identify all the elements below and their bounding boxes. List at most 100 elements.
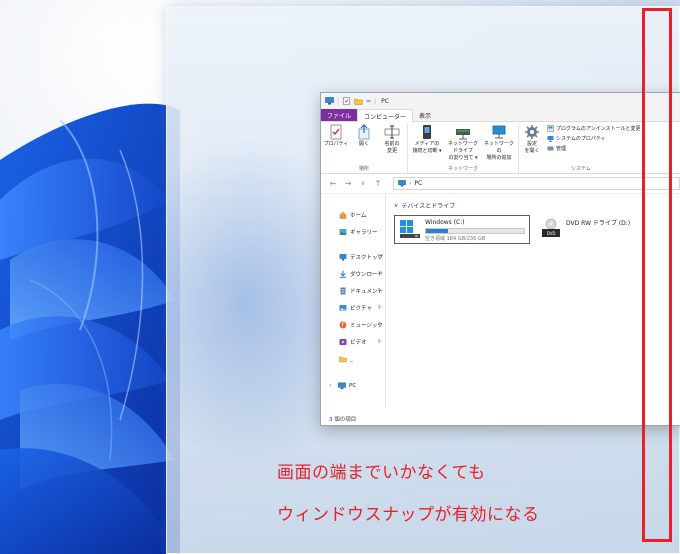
desktop-icon bbox=[339, 253, 347, 260]
add-network-location-button[interactable]: ネットワークの 場所の追加 bbox=[482, 124, 516, 165]
system-properties-button[interactable]: システムのプロパティ bbox=[547, 134, 641, 143]
map-network-drive-button[interactable]: ネットワーク ドライブ の割り当て ▾ bbox=[446, 124, 480, 165]
svg-text:DVD: DVD bbox=[547, 231, 556, 236]
network-group-label: ネットワーク bbox=[447, 166, 478, 172]
rename-icon bbox=[384, 125, 400, 139]
new-folder-quick-icon[interactable] bbox=[354, 97, 363, 105]
item-count: 3 個の項目 bbox=[329, 417, 357, 423]
properties-icon bbox=[330, 124, 342, 140]
media-device-icon bbox=[423, 125, 431, 139]
tab-file[interactable]: ファイル bbox=[321, 109, 358, 121]
drive-free-space: 空き領域 184 GB/236 GB bbox=[425, 236, 486, 242]
forward-arrow-icon[interactable]: → bbox=[344, 179, 352, 188]
open-label: 開く bbox=[358, 141, 369, 147]
add-network-location-label: ネットワークの 場所の追加 bbox=[483, 141, 514, 161]
title-bar[interactable]: | = | PC bbox=[321, 93, 680, 109]
rename-button[interactable]: 名前の 変更 bbox=[379, 124, 405, 165]
devices-group-header[interactable]: ∨ デバイスとドライブ bbox=[394, 201, 672, 210]
gallery-icon bbox=[339, 228, 347, 235]
properties-button[interactable]: プロパティ bbox=[323, 124, 349, 165]
nav-item-documents[interactable]: ドキュメント ⚲ bbox=[321, 282, 385, 299]
window-title: PC bbox=[381, 97, 389, 105]
music-icon bbox=[339, 321, 347, 328]
caption-line-1: 画面の端までいかなくても bbox=[277, 463, 486, 483]
open-settings-label: 設定 を開く bbox=[524, 141, 540, 154]
nav-label: PC bbox=[349, 382, 357, 389]
pin-icon[interactable]: ⚲ bbox=[377, 288, 381, 294]
up-arrow-icon[interactable]: ↑ bbox=[374, 179, 382, 188]
documents-icon bbox=[340, 287, 346, 294]
map-network-drive-label: ネットワーク ドライブ の割り当て ▾ bbox=[447, 141, 478, 161]
ribbon-group-network: メディアの 接続と切断 ▾ ネットワーク ドライブ の割り当て ▾ ネットワーク… bbox=[408, 124, 519, 173]
recent-locations-chevron-icon[interactable]: ∨ bbox=[359, 180, 367, 187]
nav-item-pc[interactable]: › PC bbox=[321, 377, 385, 394]
caption: 画面の端までいかなくても ウィンドウスナップが有効になる bbox=[277, 452, 540, 536]
nav-label: ピクチャ bbox=[350, 305, 372, 312]
breadcrumb-separator-icon: › bbox=[409, 180, 412, 187]
location-group-label: 場所 bbox=[358, 166, 369, 172]
tab-computer[interactable]: コンピューター bbox=[357, 109, 414, 122]
nav-item-downloads[interactable]: ダウンロード ⚲ bbox=[321, 265, 385, 282]
uninstall-program-button[interactable]: プログラムのアンインストールと変更 bbox=[547, 124, 641, 133]
snap-edge-highlight bbox=[642, 8, 672, 542]
pin-icon[interactable]: ⚲ bbox=[377, 322, 381, 328]
nav-item-pictures[interactable]: ピクチャ ⚲ bbox=[321, 299, 385, 316]
system-group-label: システム bbox=[570, 166, 591, 172]
nav-item-desktop[interactable]: デスクトップ ⚲ bbox=[321, 248, 385, 265]
system-properties-label: システムのプロパティ bbox=[556, 136, 606, 142]
content-area: ホーム ギャラリー デスクトップ ⚲ ダウンロード ⚲ ドキュメント ⚲ ピクチ… bbox=[321, 194, 680, 407]
collapse-chevron-icon[interactable]: ∨ bbox=[394, 202, 398, 209]
nav-item-videos[interactable]: ビデオ ⚲ bbox=[321, 333, 385, 350]
properties-label: プロパティ bbox=[323, 141, 349, 147]
open-settings-button[interactable]: 設定 を開く bbox=[521, 124, 543, 165]
file-explorer-window[interactable]: | = | PC ファイル コンピューター 表示 プロパティ 開く 名前の 変更… bbox=[320, 92, 680, 426]
windows-drive-icon bbox=[400, 220, 420, 238]
group-header-label: デバイスとドライブ bbox=[401, 203, 456, 210]
nav-label: ギャラリー bbox=[350, 229, 378, 236]
caption-line-2: ウィンドウスナップが有効になる bbox=[277, 505, 540, 525]
manage-button[interactable]: 管理 bbox=[547, 144, 641, 153]
network-drive-icon bbox=[456, 129, 470, 140]
nav-item-music[interactable]: ミュージック ⚲ bbox=[321, 316, 385, 333]
tab-view[interactable]: 表示 bbox=[413, 109, 437, 121]
pc-icon bbox=[338, 382, 346, 389]
open-icon bbox=[358, 124, 370, 140]
pin-icon[interactable]: ⚲ bbox=[377, 339, 381, 345]
open-button[interactable]: 開く bbox=[351, 124, 377, 165]
nav-item-home[interactable]: ホーム bbox=[321, 206, 385, 223]
navigation-pane: ホーム ギャラリー デスクトップ ⚲ ダウンロード ⚲ ドキュメント ⚲ ピクチ… bbox=[321, 194, 386, 407]
address-bar: ← → ∨ ↑ › PC bbox=[321, 174, 680, 194]
address-field[interactable]: › PC bbox=[393, 177, 680, 190]
pin-icon[interactable]: ⚲ bbox=[377, 254, 381, 260]
drive-c[interactable]: Windows (C:) 空き領域 184 GB/236 GB bbox=[394, 215, 530, 244]
ribbon-group-location: プロパティ 開く 名前の 変更 場所 bbox=[321, 124, 408, 173]
file-list-pane: ∨ デバイスとドライブ Windows (C:) 空き領域 184 GB/236… bbox=[386, 194, 680, 407]
drive-name: Windows (C:) bbox=[425, 219, 465, 226]
pin-icon[interactable]: ⚲ bbox=[377, 305, 381, 311]
nav-label: _ bbox=[350, 355, 353, 362]
system-small-buttons: プログラムのアンインストールと変更 システムのプロパティ 管理 bbox=[545, 124, 641, 165]
expand-chevron-icon[interactable]: › bbox=[329, 382, 335, 389]
video-icon bbox=[339, 338, 347, 345]
drive-usage-bar bbox=[425, 228, 525, 234]
network-location-icon bbox=[492, 125, 506, 139]
nav-item-gallery[interactable]: ギャラリー bbox=[321, 223, 385, 240]
customize-quick-access-icon[interactable]: = bbox=[366, 98, 371, 105]
ribbon-tab-strip: ファイル コンピューター 表示 bbox=[321, 109, 680, 122]
properties-quick-icon[interactable] bbox=[342, 97, 351, 105]
manage-label: 管理 bbox=[556, 146, 567, 152]
nav-item-folder[interactable]: _ bbox=[321, 350, 385, 367]
rename-label: 名前の 変更 bbox=[384, 141, 400, 154]
back-arrow-icon[interactable]: ← bbox=[329, 179, 337, 188]
pc-icon bbox=[325, 97, 334, 105]
programs-icon bbox=[547, 125, 554, 132]
dvd-drive-icon: DVD bbox=[542, 218, 560, 237]
status-bar: 3 個の項目 bbox=[321, 413, 680, 425]
manage-icon bbox=[547, 146, 554, 151]
ribbon-group-system: 設定 を開く プログラムのアンインストールと変更 システムのプロパティ 管理 シ… bbox=[519, 124, 643, 173]
nav-label: ホーム bbox=[350, 212, 367, 219]
media-connect-button[interactable]: メディアの 接続と切断 ▾ bbox=[410, 124, 444, 165]
pin-icon[interactable]: ⚲ bbox=[377, 271, 381, 277]
uninstall-program-label: プログラムのアンインストールと変更 bbox=[556, 126, 641, 132]
pc-icon bbox=[398, 180, 406, 187]
